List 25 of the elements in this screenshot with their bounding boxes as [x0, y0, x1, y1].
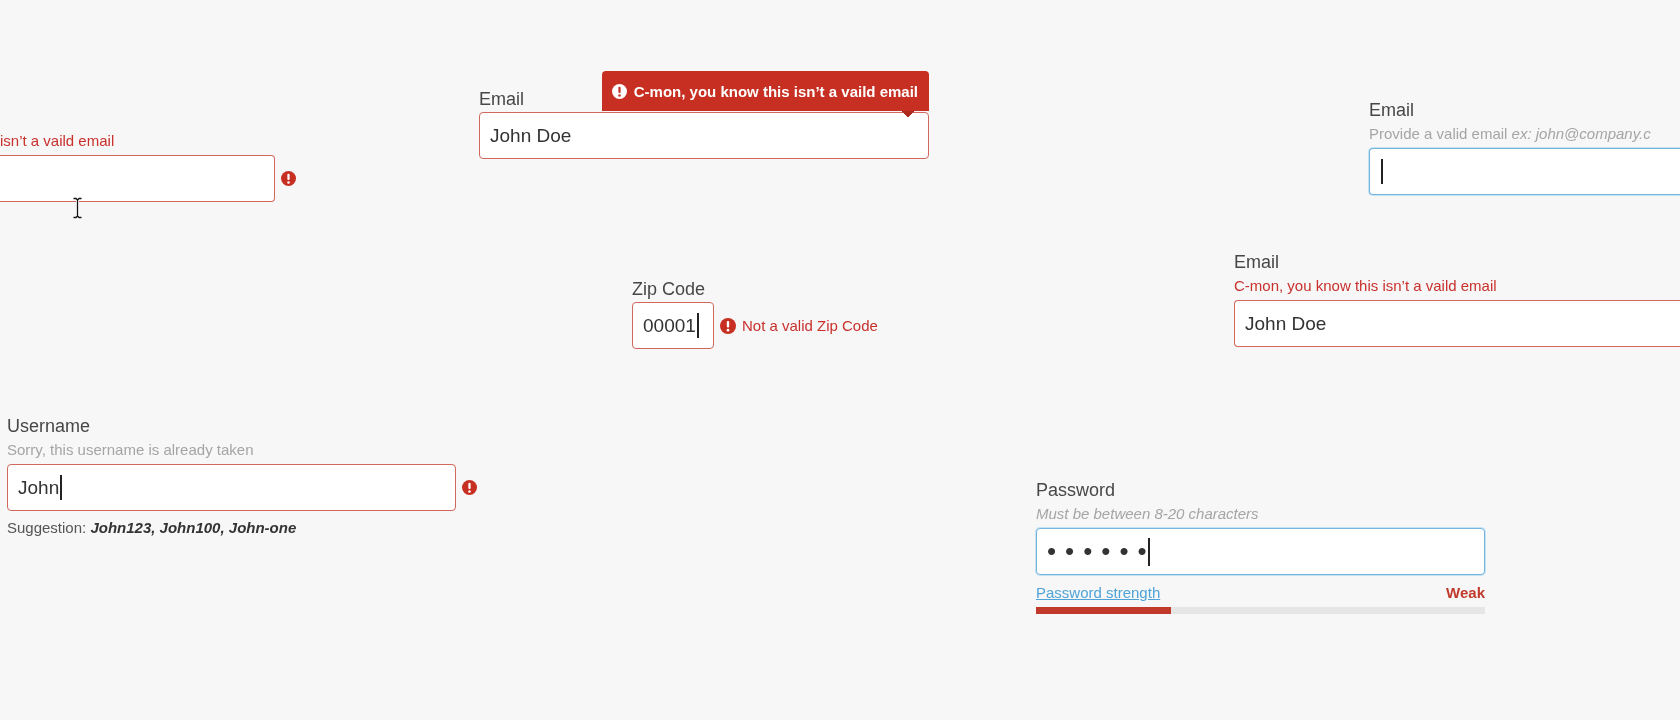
input-field[interactable]: John Doe [1234, 300, 1680, 347]
input-field[interactable]: John [7, 464, 456, 511]
field-label: Zip Code [632, 278, 706, 301]
alert-icon [611, 83, 627, 99]
input-field[interactable]: John Doe [479, 112, 929, 159]
field-label: Email [1234, 251, 1279, 274]
field-label: Email [1369, 99, 1414, 122]
suggestion-text: Suggestion: John123, John100, John-one [7, 518, 297, 538]
error-message: C-mon, you know this isn’t a vaild email [633, 82, 918, 100]
error-message: C-mon, you know this isn’t a vaild email [1234, 276, 1497, 296]
i-beam-cursor-icon [72, 197, 83, 219]
error-message: isn’t a vaild email [0, 131, 115, 151]
input-field[interactable] [1369, 148, 1680, 195]
hint-text: Must be between 8-20 characters [1036, 504, 1259, 524]
input-field[interactable] [0, 155, 275, 202]
alert-icon [720, 317, 736, 334]
hint-text: Sorry, this username is already taken [7, 440, 254, 460]
password-field[interactable]: •••••• [1036, 528, 1485, 575]
error-message: Not a valid Zip Code [742, 317, 878, 334]
field-label: Password [1036, 479, 1116, 502]
hint-text: Provide a valid email ex: john@company.c [1369, 124, 1651, 144]
input-field[interactable]: 00001 [632, 302, 714, 349]
field-label: Username [7, 415, 91, 438]
strength-rating: Weak [1446, 583, 1485, 603]
field-label: Email [479, 88, 524, 111]
